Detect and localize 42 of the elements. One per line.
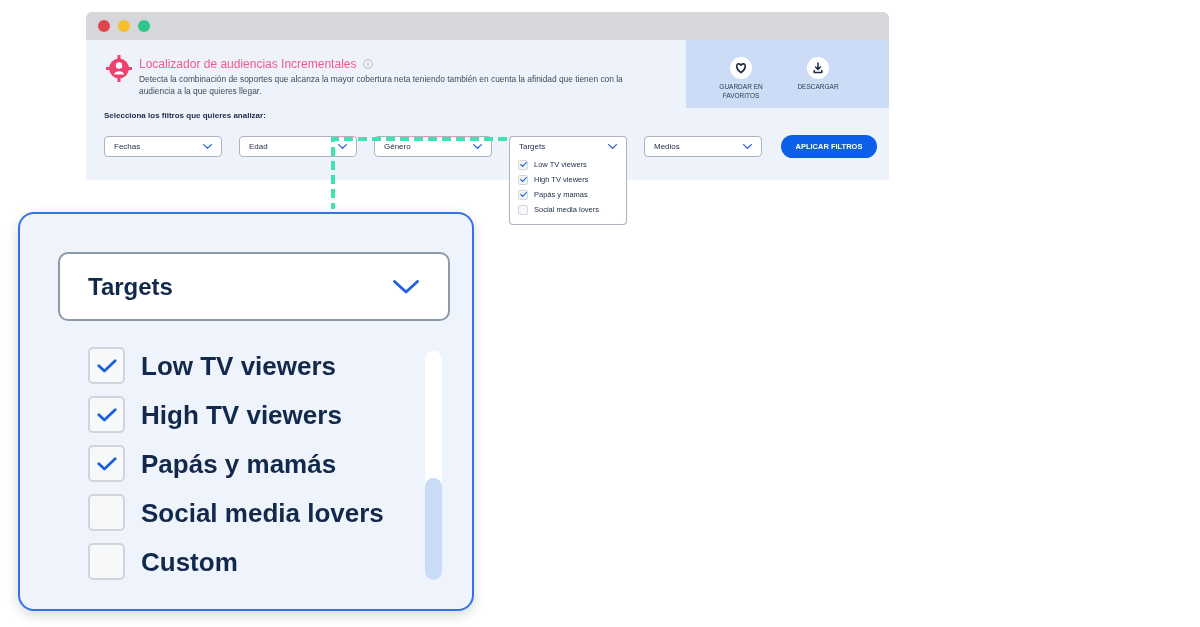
chevron-down-icon	[203, 144, 212, 149]
filter-dropdown[interactable]: Edad	[239, 136, 357, 157]
checkmark-icon	[96, 358, 117, 373]
checkmark-icon	[96, 407, 117, 422]
chevron-down-icon	[743, 144, 752, 149]
checkbox[interactable]	[518, 204, 528, 215]
chevron-down-icon	[338, 144, 347, 149]
download-icon	[807, 57, 829, 79]
checkmark-icon	[519, 162, 527, 167]
checkmark-icon	[519, 177, 527, 182]
checkmark-icon	[96, 456, 117, 471]
checkbox[interactable]	[518, 159, 528, 170]
checkbox[interactable]	[518, 189, 528, 200]
option-label[interactable]: High TV viewers	[141, 398, 342, 431]
checkbox[interactable]	[518, 174, 528, 185]
chevron-down-icon	[393, 279, 419, 294]
window-control-icon[interactable]	[98, 20, 110, 32]
checkbox[interactable]	[88, 445, 125, 482]
page-title: Localizador de audiencias Incrementales	[139, 57, 357, 71]
filter-dropdown[interactable]: Medios	[644, 136, 762, 157]
scrollbar[interactable]	[425, 351, 442, 580]
scrollbar-thumb[interactable]	[425, 478, 442, 580]
option-label[interactable]: Papás y mamás	[141, 447, 337, 480]
window-control-icon[interactable]	[118, 20, 130, 32]
option-label[interactable]: Social media lovers	[141, 496, 384, 529]
page-description: Detecta la combinación de soportes que alcanza la mayor cobertura neta teniendo también en cuenta la afinidad que tienen con la audiencia a la que quieres llegar.	[139, 73, 624, 97]
checkbox[interactable]	[88, 543, 125, 580]
targets-dropdown[interactable]: Targets	[58, 252, 450, 321]
option-label[interactable]: Low TV viewers	[141, 349, 337, 382]
chevron-down-icon	[473, 144, 482, 149]
filters-prompt: Selecciona los filtros que quieres analizar:	[104, 111, 267, 121]
checkbox[interactable]	[88, 494, 125, 531]
checkbox[interactable]	[88, 347, 125, 384]
checkmark-icon	[519, 192, 527, 197]
filter-dropdown[interactable]: Fechas	[104, 136, 222, 157]
info-icon[interactable]	[363, 59, 374, 69]
chevron-down-icon	[608, 144, 617, 149]
checkbox[interactable]	[88, 396, 125, 433]
filter-dropdown[interactable]: Targets	[509, 136, 627, 157]
crosshair-user-icon	[106, 55, 132, 82]
window-control-icon[interactable]	[138, 20, 150, 32]
option-label[interactable]: Custom	[141, 545, 238, 578]
